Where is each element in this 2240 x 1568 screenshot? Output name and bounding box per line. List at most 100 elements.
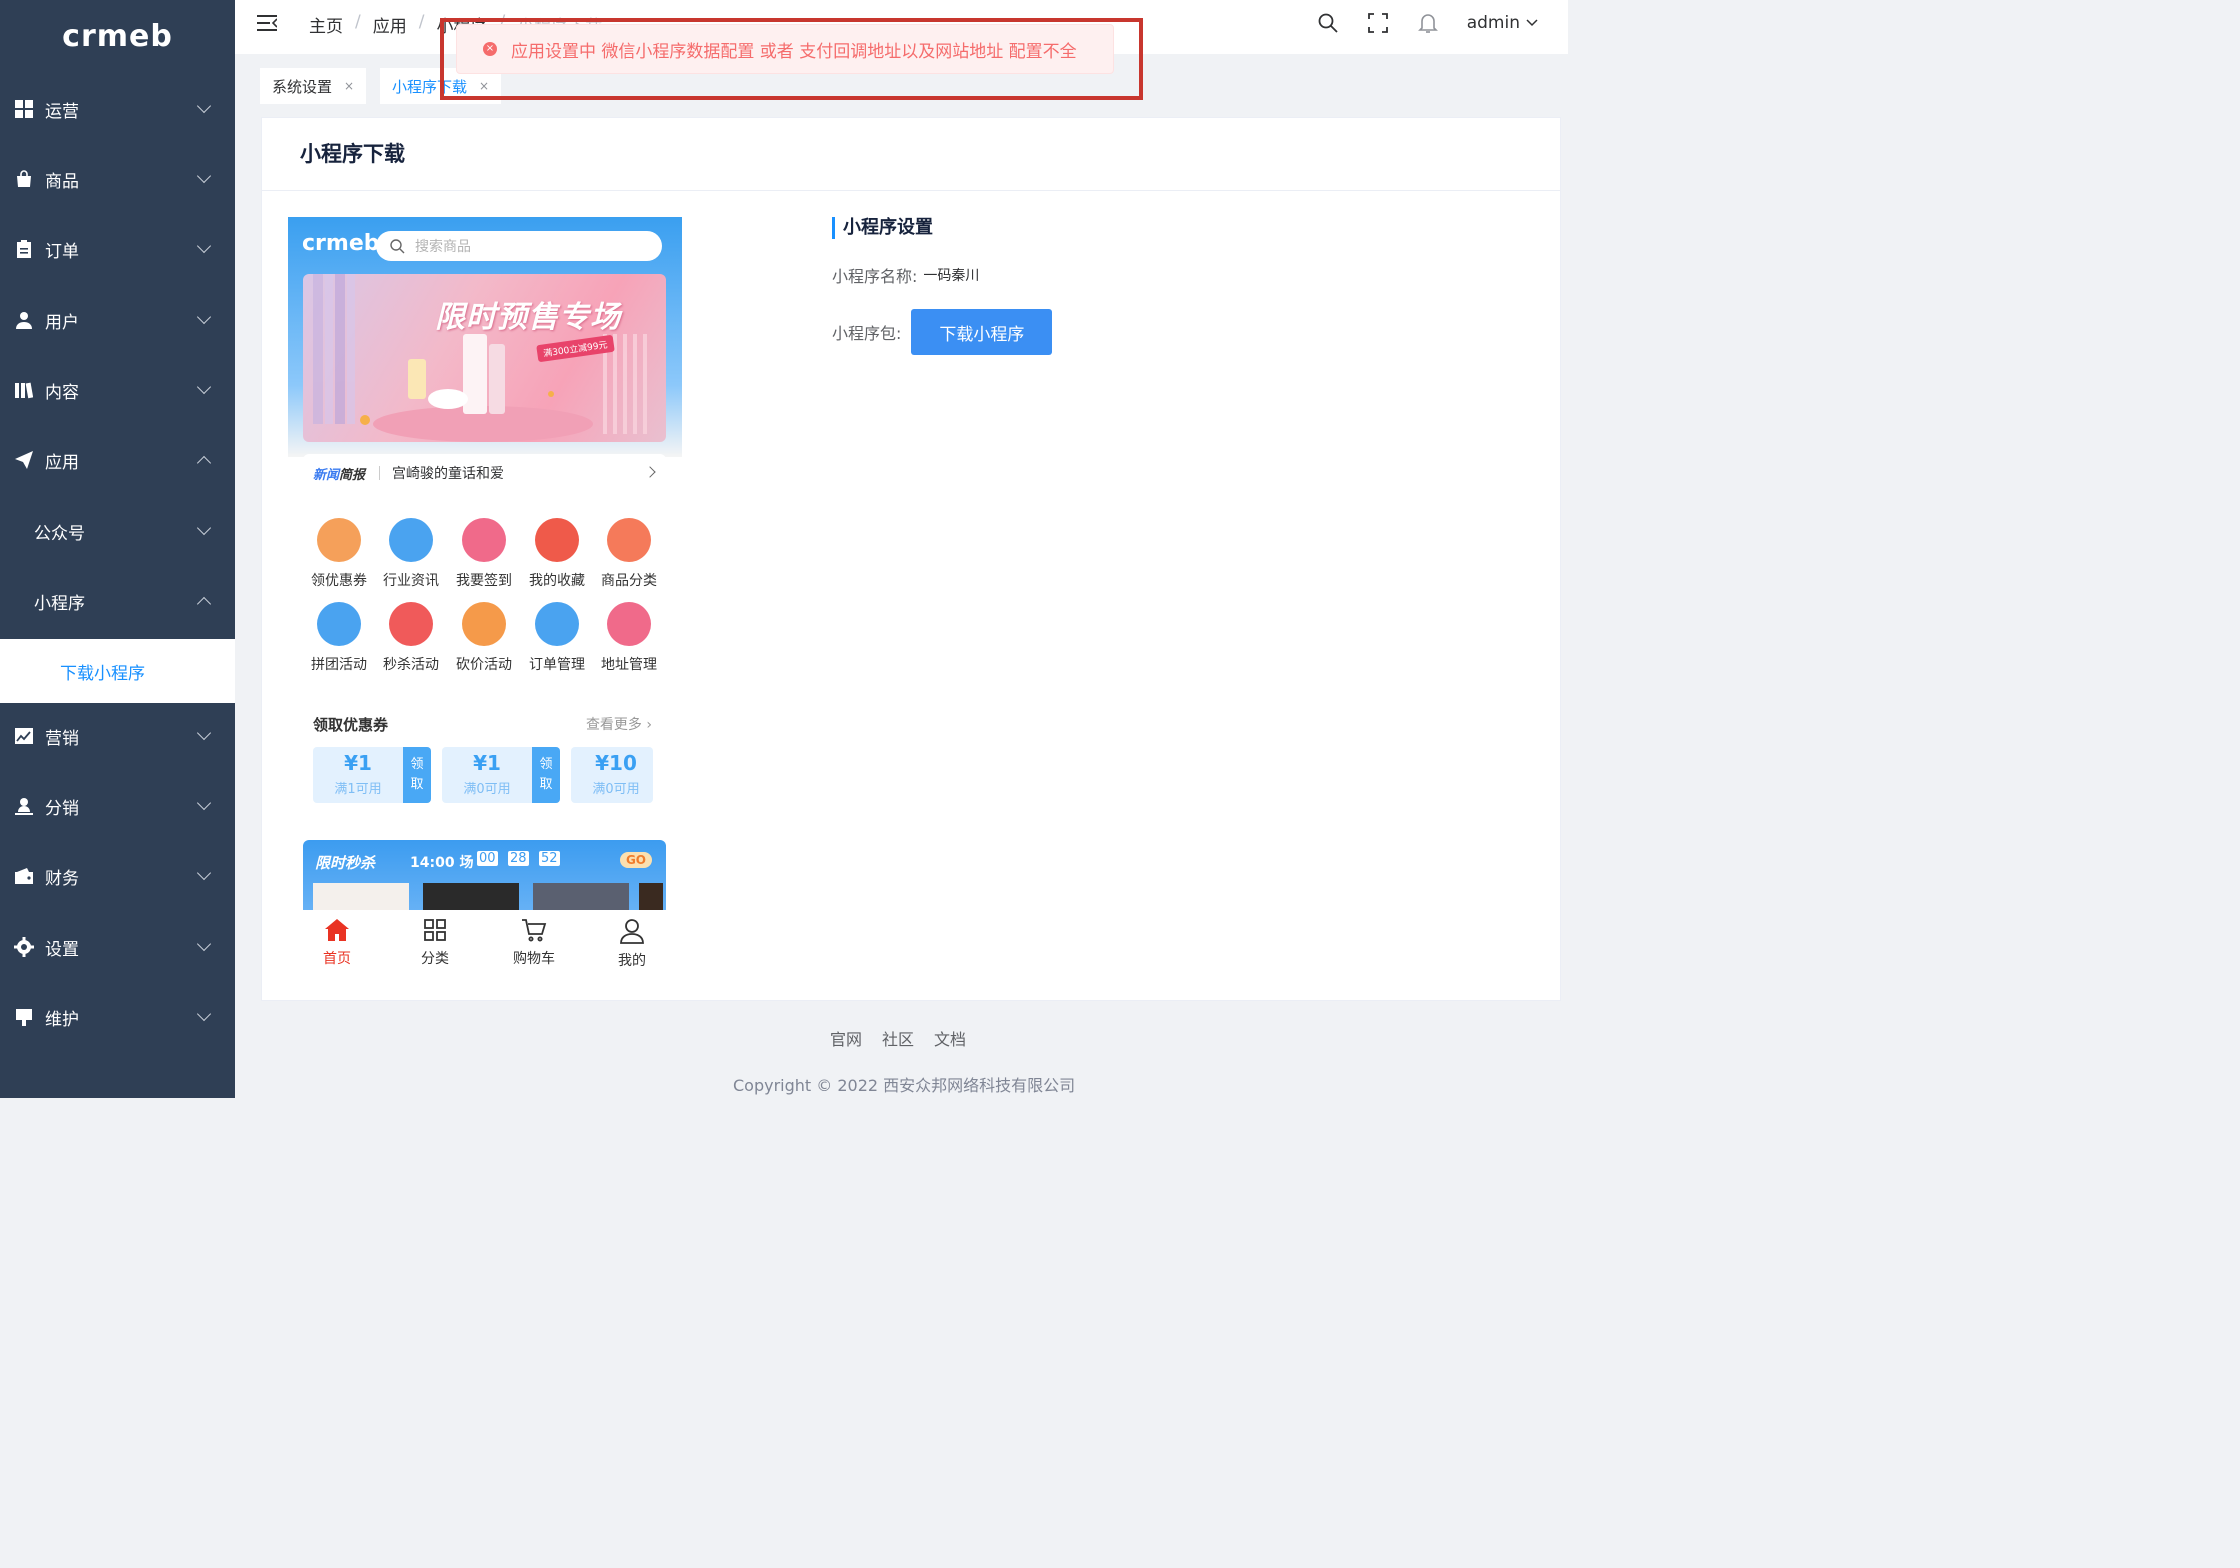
stamp-icon xyxy=(14,1007,34,1027)
document-icon xyxy=(535,602,579,646)
coupon-amount-value: 1 xyxy=(487,751,501,775)
sidebar-item-operation[interactable]: 运营 xyxy=(0,79,235,139)
chevron-down-icon xyxy=(196,309,212,325)
chevron-down-icon xyxy=(196,1006,212,1022)
menu-bargain: 砍价活动 xyxy=(448,602,520,674)
calendar-icon xyxy=(462,518,506,562)
tag-system-settings[interactable]: 系统设置 × xyxy=(260,68,367,104)
package-label: 小程序包: xyxy=(832,324,902,343)
tab-home: 首页 xyxy=(307,918,367,968)
sidebar-item-label: 用户 xyxy=(45,312,79,333)
breadcrumb-application[interactable]: 应用 xyxy=(373,12,407,37)
menu-label: 地址管理 xyxy=(601,657,657,673)
menu-address: 地址管理 xyxy=(593,602,665,674)
coupon-claim-a: 领 xyxy=(410,757,424,772)
paper-plane-icon xyxy=(14,450,34,470)
sidebar-item-maintenance[interactable]: 维护 xyxy=(0,987,235,1047)
coupon-condition: 满0可用 xyxy=(463,782,511,797)
user-icon xyxy=(14,310,34,330)
clipboard-icon xyxy=(14,239,34,259)
menu-checkin: 我要签到 xyxy=(448,518,520,590)
bag-icon xyxy=(607,518,651,562)
grid-icon xyxy=(14,99,34,119)
menu-news: 行业资讯 xyxy=(375,518,447,590)
breadcrumb-home[interactable]: 主页 xyxy=(309,12,343,37)
sidebar-item-settings[interactable]: 设置 xyxy=(0,917,235,977)
sidebar-item-application[interactable]: 应用 xyxy=(0,430,235,490)
news-tag-a: 新闻 xyxy=(313,467,340,483)
breadcrumb-separator: / xyxy=(418,12,425,32)
sidebar-item-official-account[interactable]: 公众号 xyxy=(0,501,235,561)
chevron-down-icon xyxy=(1526,19,1538,27)
chevron-down-icon xyxy=(196,865,212,881)
preview-search: 搜索商品 xyxy=(376,231,662,261)
sidebar-item-label: 维护 xyxy=(45,1009,79,1030)
menu-coupons: 领优惠券 xyxy=(303,518,375,590)
search-icon xyxy=(390,238,405,253)
medal-icon xyxy=(462,602,506,646)
fullscreen-icon[interactable] xyxy=(1367,12,1389,34)
sidebar-item-distribution[interactable]: 分销 xyxy=(0,776,235,836)
copyright: Copyright © 2022 西安众邦网络科技有限公司 xyxy=(733,1076,1076,1095)
sidebar-item-marketing[interactable]: 营销 xyxy=(0,706,235,766)
chevron-down-icon xyxy=(196,936,212,952)
coupon-claim-a: 领 xyxy=(539,757,553,772)
countdown-seconds: 52 xyxy=(539,851,560,866)
chevron-down-icon xyxy=(196,520,212,536)
preview-news: 新闻简报 宫崎骏的童话和爱 xyxy=(303,454,666,492)
coupon-icon xyxy=(317,518,361,562)
coupon-amount-value: 10 xyxy=(609,751,637,775)
news-icon xyxy=(389,518,433,562)
sidebar-item-finance[interactable]: 财务 xyxy=(0,846,235,906)
chevron-down-icon xyxy=(196,168,212,184)
coupon-claim: 领取 xyxy=(403,747,431,803)
search-icon[interactable] xyxy=(1317,12,1339,34)
tag-label: 系统设置 xyxy=(272,77,333,96)
settings-panel: 小程序设置 小程序名称: 一码秦川 小程序包: 下载小程序 xyxy=(832,217,1053,355)
sidebar-item-label: 应用 xyxy=(45,452,79,473)
close-icon[interactable]: × xyxy=(344,79,354,93)
tab-label: 购物车 xyxy=(513,951,555,967)
footer-link-community[interactable]: 社区 xyxy=(882,1026,914,1050)
library-icon xyxy=(14,380,34,400)
chevron-down-icon xyxy=(196,725,212,741)
menu-categories: 商品分类 xyxy=(593,518,665,590)
footer-links: 官网 社区 文档 xyxy=(830,1026,966,1050)
sidebar-item-user[interactable]: 用户 xyxy=(0,290,235,350)
sidebar-item-label: 设置 xyxy=(45,939,79,960)
sidebar-item-download-mini-program[interactable]: 下载小程序 xyxy=(0,639,235,703)
footer-link-official[interactable]: 官网 xyxy=(830,1026,862,1050)
coupon-card: ¥10 满0可用 xyxy=(571,747,653,803)
menu-label: 订单管理 xyxy=(529,657,585,673)
name-value: 一码秦川 xyxy=(923,268,980,284)
sidebar-item-label: 公众号 xyxy=(34,523,85,544)
footer-link-docs[interactable]: 文档 xyxy=(934,1026,966,1050)
bell-icon[interactable] xyxy=(1417,12,1439,34)
sidebar-item-product[interactable]: 商品 xyxy=(0,149,235,209)
news-text: 宫崎骏的童话和爱 xyxy=(392,466,505,482)
user-menu[interactable]: admin xyxy=(1467,13,1538,33)
download-mini-program-button[interactable]: 下载小程序 xyxy=(911,309,1053,355)
menu-fold-icon[interactable] xyxy=(257,14,278,32)
coupon-condition: 满1可用 xyxy=(334,782,382,797)
menu-orders: 订单管理 xyxy=(521,602,593,674)
sidebar-item-order[interactable]: 订单 xyxy=(0,219,235,279)
coupons-more-label: 查看更多 xyxy=(585,717,642,733)
news-tag-b: 简报 xyxy=(339,467,366,483)
chevron-down-icon xyxy=(196,795,212,811)
seckill-title: 限时秒杀 xyxy=(315,854,376,872)
seckill-go: GO xyxy=(619,852,652,868)
lightning-icon xyxy=(389,602,433,646)
sidebar-item-content[interactable]: 内容 xyxy=(0,360,235,420)
bag-icon xyxy=(14,169,34,189)
divider xyxy=(379,466,381,480)
menu-label: 领优惠券 xyxy=(311,573,367,589)
chevron-down-icon xyxy=(196,238,212,254)
sidebar-item-mini-program[interactable]: 小程序 xyxy=(0,571,235,631)
preview-menu-grid: 领优惠券 行业资讯 我要签到 我的收藏 商品分类 拼团活动 秒杀活动 砍价活动 … xyxy=(303,504,666,689)
coupon-amount-value: 1 xyxy=(358,751,372,775)
logo: crmeb xyxy=(62,18,173,54)
main-card: 小程序下载 crmeb 搜索商品 限时预售专场 满300立减99元 新闻简报 宫… xyxy=(261,117,1561,1001)
coupon-claim-b: 取 xyxy=(539,777,553,792)
mini-program-preview: crmeb 搜索商品 限时预售专场 满300立减99元 新闻简报 宫崎骏的童话和… xyxy=(288,217,682,980)
